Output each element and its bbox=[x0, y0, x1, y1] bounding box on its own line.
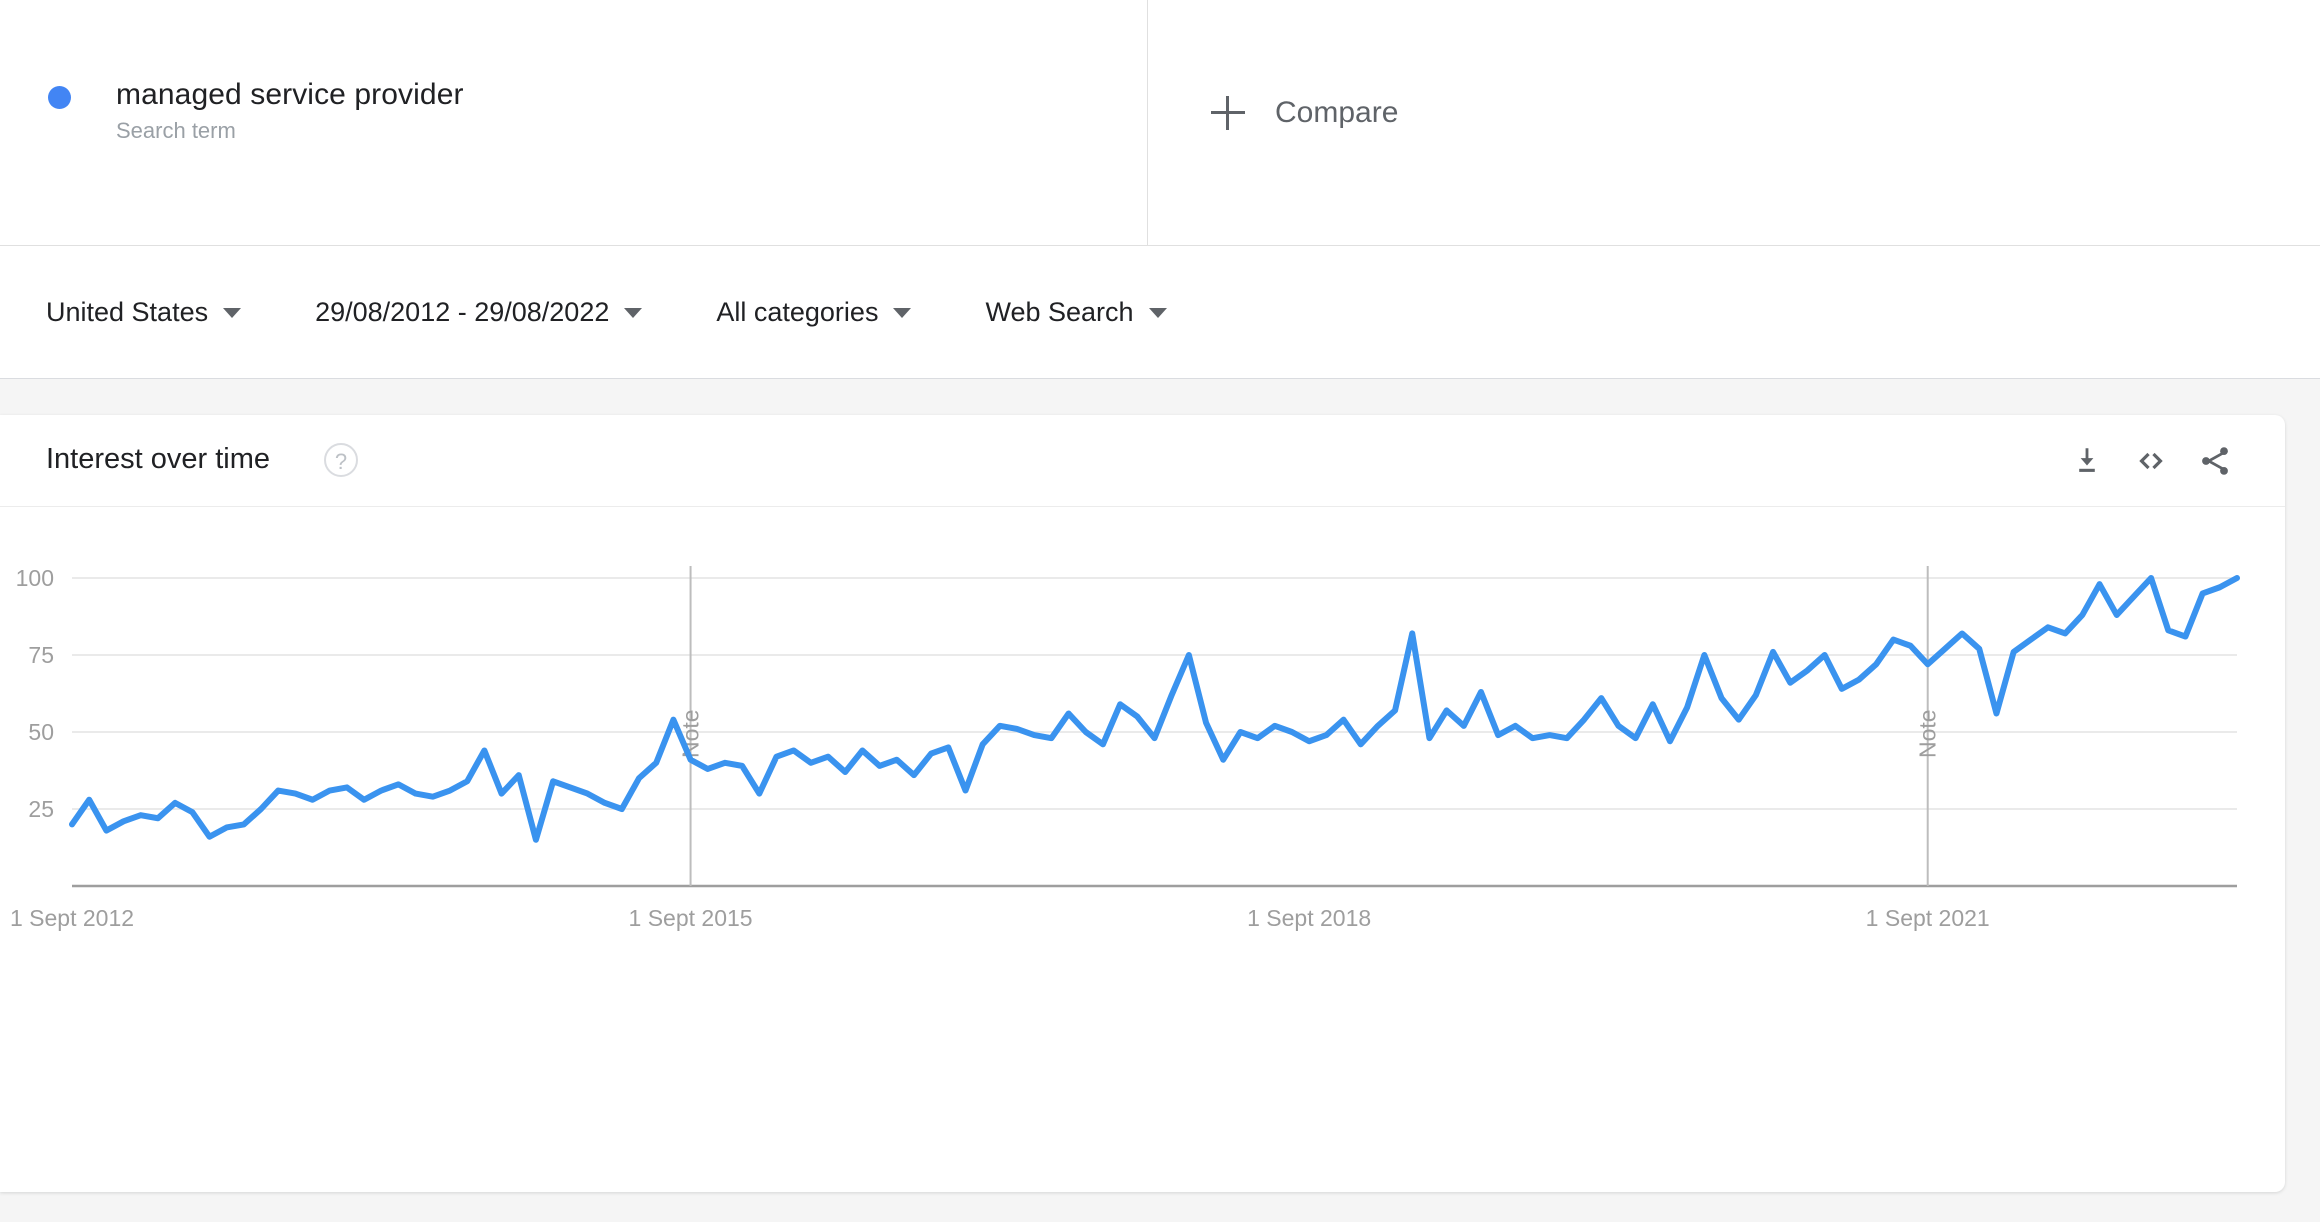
filter-category[interactable]: All categories bbox=[716, 297, 912, 328]
x-axis-tick-label: 1 Sept 2015 bbox=[629, 905, 753, 931]
search-term-card[interactable]: managed service provider Search term bbox=[0, 0, 1148, 245]
card-actions bbox=[2055, 438, 2247, 484]
x-axis-tick-label: 1 Sept 2018 bbox=[1247, 905, 1371, 931]
filter-date-range-label: 29/08/2012 - 29/08/2022 bbox=[315, 297, 610, 327]
chevron-down-icon bbox=[223, 307, 242, 318]
page-body: Interest over time ? 25 50 75 100 1 Sept… bbox=[0, 380, 2320, 1222]
series-line-managed-service-provider[interactable] bbox=[69, 575, 2240, 843]
trends-line-chart[interactable]: 25 50 75 100 1 Sept 2012 1 Sept 2015 1 Sept 20… bbox=[0, 508, 2285, 1192]
search-term-bar: managed service provider Search term Com… bbox=[0, 0, 2320, 246]
chart-svg: 25 50 75 100 1 Sept 2012 1 Sept 2015 1 Sept 20… bbox=[10, 565, 2240, 931]
y-axis-tick-label: 50 bbox=[28, 719, 54, 745]
card-header: Interest over time ? bbox=[0, 415, 2285, 507]
y-axis-tick-label: 25 bbox=[28, 796, 54, 822]
search-term-title: managed service provider bbox=[116, 78, 464, 111]
filter-list: United States 29/08/2012 - 29/08/2022 Al… bbox=[46, 246, 1241, 379]
interest-over-time-card: Interest over time ? 25 50 75 100 1 Sept… bbox=[0, 415, 2285, 1192]
filter-location-label: United States bbox=[46, 297, 209, 327]
chevron-down-icon bbox=[1148, 307, 1167, 318]
x-axis-tick-label: 1 Sept 2021 bbox=[1866, 905, 1990, 931]
filter-location[interactable]: United States bbox=[46, 297, 242, 328]
plus-icon bbox=[1211, 96, 1245, 130]
download-icon[interactable] bbox=[2055, 438, 2119, 484]
search-term-subtitle: Search term bbox=[116, 118, 236, 143]
filter-search-type[interactable]: Web Search bbox=[985, 297, 1167, 328]
filter-bar: United States 29/08/2012 - 29/08/2022 Al… bbox=[0, 246, 2320, 379]
add-compare-button[interactable]: Compare bbox=[1211, 96, 1398, 130]
compare-label: Compare bbox=[1275, 96, 1399, 129]
series-color-dot bbox=[48, 86, 71, 109]
filter-date-range[interactable]: 29/08/2012 - 29/08/2022 bbox=[315, 297, 643, 328]
filter-search-type-label: Web Search bbox=[985, 297, 1134, 327]
share-icon[interactable] bbox=[2183, 438, 2247, 484]
filter-category-label: All categories bbox=[716, 297, 879, 327]
help-icon[interactable]: ? bbox=[324, 443, 358, 477]
chevron-down-icon bbox=[624, 307, 643, 318]
y-axis-tick-label: 75 bbox=[28, 642, 54, 668]
note-marker-label[interactable]: Note bbox=[1915, 709, 1941, 758]
page-title: Interest over time bbox=[46, 443, 271, 475]
compare-card[interactable]: Compare bbox=[1149, 0, 2320, 245]
y-axis-tick-label: 100 bbox=[16, 565, 54, 591]
chevron-down-icon bbox=[893, 307, 912, 318]
embed-icon[interactable] bbox=[2119, 438, 2183, 484]
x-axis-tick-label: 1 Sept 2012 bbox=[10, 905, 134, 931]
